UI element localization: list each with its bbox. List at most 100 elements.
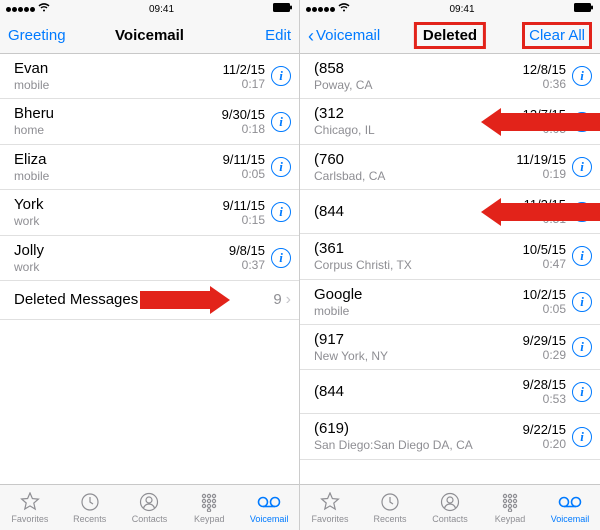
- voicemail-row[interactable]: Jollywork 9/8/150:37 i: [0, 236, 299, 281]
- caller-sub: Corpus Christi, TX: [314, 258, 512, 272]
- info-icon[interactable]: i: [572, 337, 592, 357]
- voicemail-icon: [257, 492, 281, 512]
- info-icon[interactable]: i: [271, 157, 291, 177]
- vm-duration: 0:05: [211, 167, 265, 181]
- voicemail-row[interactable]: Yorkwork 9/11/150:15 i: [0, 190, 299, 235]
- caller-name: (844: [314, 203, 512, 221]
- caller-name: (917: [314, 331, 512, 349]
- caller-sub: work: [14, 214, 211, 228]
- clock-icon: [380, 492, 400, 512]
- info-icon[interactable]: i: [271, 112, 291, 132]
- voicemail-row[interactable]: (760Carlsbad, CA 11/19/150:19 i: [300, 145, 600, 190]
- voicemail-row[interactable]: (917New York, NY 9/29/150:29 i: [300, 325, 600, 370]
- info-icon[interactable]: i: [271, 248, 291, 268]
- nav-bar: Greeting Voicemail Edit: [0, 18, 299, 54]
- info-icon[interactable]: i: [572, 112, 592, 132]
- voicemail-row[interactable]: (858Poway, CA 12/8/150:36 i: [300, 54, 600, 99]
- contact-icon: [440, 492, 460, 512]
- page-title: Deleted: [414, 22, 486, 49]
- vm-date: 11/19/15: [512, 152, 566, 167]
- vm-date: 9/28/15: [512, 377, 566, 392]
- caller-sub: mobile: [14, 78, 211, 92]
- tab-favorites[interactable]: Favorites: [300, 485, 360, 530]
- voicemail-row[interactable]: (361Corpus Christi, TX 10/5/150:47 i: [300, 234, 600, 279]
- back-button[interactable]: ‹ Voicemail: [308, 27, 380, 45]
- tab-contacts[interactable]: Contacts: [420, 485, 480, 530]
- info-icon[interactable]: i: [572, 292, 592, 312]
- info-icon[interactable]: i: [271, 66, 291, 86]
- status-bar: 09:41: [0, 0, 299, 18]
- greeting-button[interactable]: Greeting: [8, 27, 66, 44]
- deleted-label: Deleted Messages: [14, 291, 138, 308]
- annotation-arrow-icon: [140, 286, 230, 314]
- info-icon[interactable]: i: [572, 427, 592, 447]
- info-icon[interactable]: i: [271, 202, 291, 222]
- vm-duration: 0:36: [512, 77, 566, 91]
- caller-sub: Poway, CA: [314, 78, 512, 92]
- tab-label: Favorites: [311, 514, 348, 524]
- vm-date: 12/7/15: [512, 107, 566, 122]
- deleted-count: 9: [273, 291, 281, 308]
- voicemail-row[interactable]: Googlemobile 10/2/150:05 i: [300, 280, 600, 325]
- caller-name: (619): [314, 420, 512, 438]
- vm-duration: 0:19: [512, 167, 566, 181]
- tab-label: Voicemail: [250, 514, 289, 524]
- star-icon: [320, 492, 340, 512]
- caller-sub: San Diego:San Diego DA, CA: [314, 438, 512, 452]
- tab-label: Contacts: [432, 514, 468, 524]
- back-label: Voicemail: [316, 27, 380, 44]
- vm-duration: 0:37: [211, 258, 265, 272]
- star-icon: [20, 492, 40, 512]
- tab-label: Keypad: [194, 514, 225, 524]
- caller-sub: Carlsbad, CA: [314, 169, 512, 183]
- tab-label: Recents: [73, 514, 106, 524]
- voicemail-row[interactable]: (844 11/2/150:51 i: [300, 190, 600, 234]
- status-bar: 09:41: [300, 0, 600, 18]
- info-icon[interactable]: i: [572, 382, 592, 402]
- info-icon[interactable]: i: [572, 246, 592, 266]
- vm-date: 11/2/15: [211, 62, 265, 77]
- voicemail-row[interactable]: (619)San Diego:San Diego DA, CA 9/22/150…: [300, 414, 600, 459]
- tab-favorites[interactable]: Favorites: [0, 485, 60, 530]
- caller-name: Bheru: [14, 105, 211, 123]
- tab-recents[interactable]: Recents: [60, 485, 120, 530]
- edit-button[interactable]: Edit: [265, 27, 291, 44]
- deleted-list: (858Poway, CA 12/8/150:36 i (312Chicago,…: [300, 54, 600, 484]
- tab-contacts[interactable]: Contacts: [120, 485, 180, 530]
- caller-name: Jolly: [14, 242, 211, 260]
- vm-date: 9/22/15: [512, 422, 566, 437]
- vm-duration: 0:47: [512, 257, 566, 271]
- nav-bar: ‹ Voicemail Deleted Clear All: [300, 18, 600, 54]
- clear-all-button[interactable]: Clear All: [522, 22, 592, 49]
- tab-keypad[interactable]: Keypad: [179, 485, 239, 530]
- voicemail-row[interactable]: Evanmobile 11/2/150:17 i: [0, 54, 299, 99]
- deleted-messages-row[interactable]: Deleted Messages 9 ›: [0, 281, 299, 320]
- info-icon[interactable]: i: [572, 66, 592, 86]
- voicemail-row[interactable]: Bheruhome 9/30/150:18 i: [0, 99, 299, 144]
- caller-sub: home: [14, 123, 211, 137]
- tab-voicemail[interactable]: Voicemail: [239, 485, 299, 530]
- vm-duration: 0:05: [512, 122, 566, 136]
- tab-recents[interactable]: Recents: [360, 485, 420, 530]
- caller-name: (844: [314, 383, 512, 401]
- caller-name: (312: [314, 105, 512, 123]
- caller-name: Eliza: [14, 151, 211, 169]
- voicemail-row[interactable]: (844 9/28/150:53 i: [300, 370, 600, 414]
- vm-date: 10/5/15: [512, 242, 566, 257]
- vm-duration: 0:15: [211, 213, 265, 227]
- tab-label: Recents: [373, 514, 406, 524]
- caller-name: (361: [314, 240, 512, 258]
- voicemail-row[interactable]: (312Chicago, IL 12/7/150:05 i: [300, 99, 600, 144]
- vm-duration: 0:05: [512, 302, 566, 316]
- voicemail-row[interactable]: Elizamobile 9/11/150:05 i: [0, 145, 299, 190]
- info-icon[interactable]: i: [572, 157, 592, 177]
- info-icon[interactable]: i: [572, 202, 592, 222]
- signal-dots-icon: [306, 7, 335, 12]
- caller-sub: New York, NY: [314, 349, 512, 363]
- vm-duration: 0:18: [211, 122, 265, 136]
- vm-date: 9/11/15: [211, 152, 265, 167]
- voicemail-list: Evanmobile 11/2/150:17 i Bheruhome 9/30/…: [0, 54, 299, 484]
- caller-name: (760: [314, 151, 512, 169]
- tab-keypad[interactable]: Keypad: [480, 485, 540, 530]
- tab-voicemail[interactable]: Voicemail: [540, 485, 600, 530]
